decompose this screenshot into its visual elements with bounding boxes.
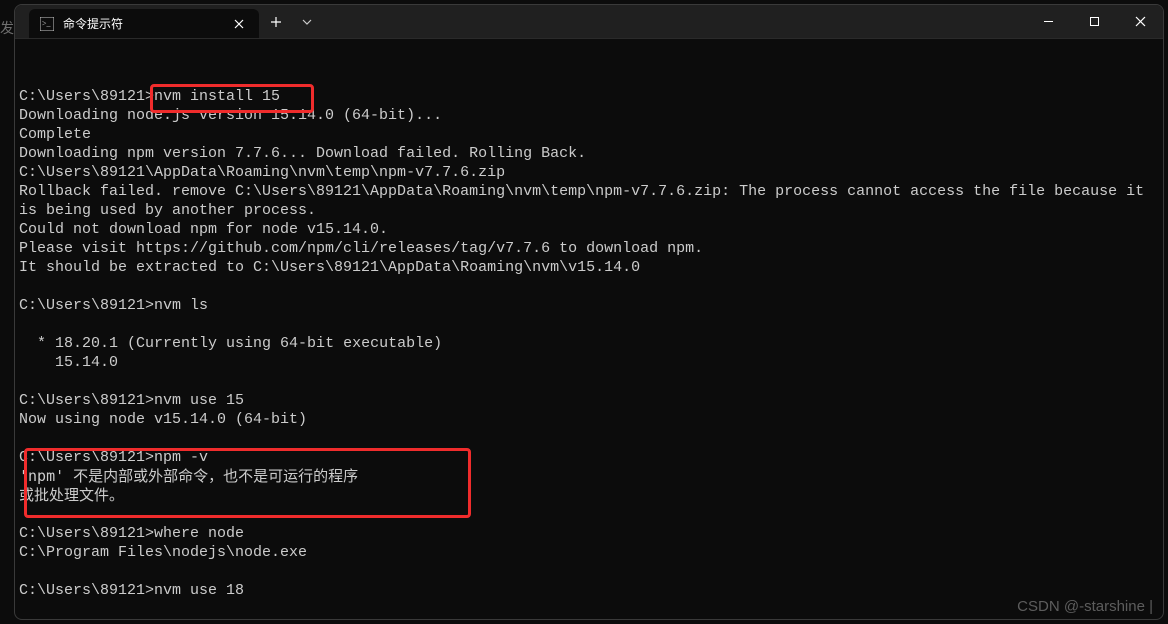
terminal-line	[19, 315, 1159, 334]
terminal-line: It should be extracted to C:\Users\89121…	[19, 258, 1159, 277]
terminal-line: C:\Users\89121\AppData\Roaming\nvm\temp\…	[19, 163, 1159, 182]
tab-active[interactable]: >_ 命令提示符	[29, 9, 259, 38]
window-controls	[1025, 5, 1163, 38]
stray-glyph: 发	[0, 18, 14, 38]
terminal-line	[19, 49, 1159, 68]
terminal-line	[19, 505, 1159, 524]
title-bar: >_ 命令提示符	[15, 5, 1163, 39]
terminal-output[interactable]: C:\Users\89121>nvm install 15Downloading…	[15, 39, 1163, 619]
terminal-line: Rollback failed. remove C:\Users\89121\A…	[19, 182, 1159, 220]
terminal-line	[19, 372, 1159, 391]
watermark: CSDN @-starshine |	[1017, 598, 1153, 615]
terminal-line: Please visit https://github.com/npm/cli/…	[19, 239, 1159, 258]
terminal-line: C:\Users\89121>nvm install 15	[19, 87, 1159, 106]
close-tab-icon[interactable]	[231, 16, 247, 32]
terminal-line: 15.14.0	[19, 353, 1159, 372]
terminal-line	[19, 562, 1159, 581]
tab-title: 命令提示符	[63, 15, 123, 32]
terminal-line: Complete	[19, 125, 1159, 144]
terminal-line: 'npm' 不是内部或外部命令，也不是可运行的程序	[19, 467, 1159, 486]
terminal-line: Could not download npm for node v15.14.0…	[19, 220, 1159, 239]
close-window-button[interactable]	[1117, 5, 1163, 38]
terminal-line: Now using node v15.14.0 (64-bit)	[19, 410, 1159, 429]
terminal-line: C:\Users\89121>npm -v	[19, 448, 1159, 467]
tab-dropdown-button[interactable]	[293, 5, 321, 38]
terminal-line: C:\Users\89121>nvm ls	[19, 296, 1159, 315]
terminal-line: * 18.20.1 (Currently using 64-bit execut…	[19, 334, 1159, 353]
svg-text:>_: >_	[42, 19, 52, 28]
terminal-line	[19, 68, 1159, 87]
terminal-line: Downloading node.js version 15.14.0 (64-…	[19, 106, 1159, 125]
minimize-button[interactable]	[1025, 5, 1071, 38]
terminal-line	[19, 277, 1159, 296]
cmd-icon: >_	[39, 16, 55, 32]
terminal-line: C:\Users\89121>nvm use 18	[19, 581, 1159, 600]
new-tab-button[interactable]	[259, 5, 293, 38]
terminal-line: Downloading npm version 7.7.6... Downloa…	[19, 144, 1159, 163]
terminal-line: C:\Users\89121>where node	[19, 524, 1159, 543]
terminal-line: C:\Program Files\nodejs\node.exe	[19, 543, 1159, 562]
terminal-line: C:\Users\89121>nvm use 15	[19, 391, 1159, 410]
terminal-window: >_ 命令提示符 C:\Users\89121>nvm install 15	[14, 4, 1164, 620]
terminal-line: 或批处理文件。	[19, 486, 1159, 505]
terminal-line	[19, 429, 1159, 448]
maximize-button[interactable]	[1071, 5, 1117, 38]
